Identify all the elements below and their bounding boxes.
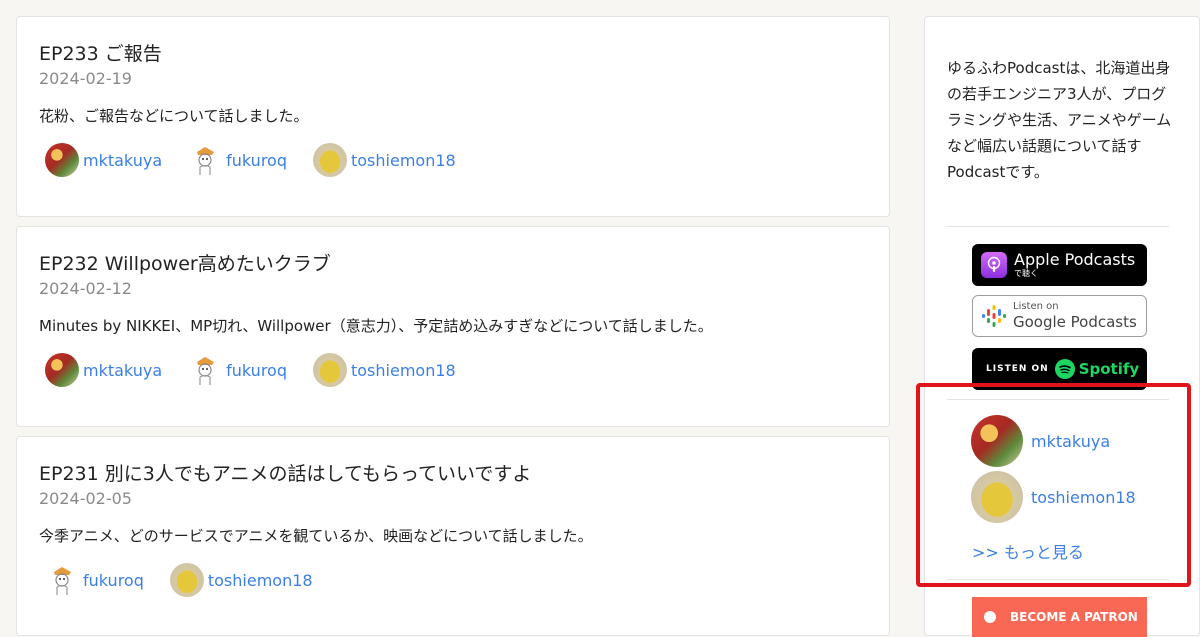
fukuroq-avatar <box>188 143 223 177</box>
member-name[interactable]: mktakuya <box>1031 432 1110 451</box>
mktakuya-avatar <box>45 143 79 177</box>
episode-description: 花粉、ご報告などについて話しました。 <box>39 107 309 125</box>
patreon-icon <box>984 611 996 623</box>
member-name[interactable]: mktakuya <box>83 151 162 170</box>
episode-date: 2024-02-19 <box>39 69 132 88</box>
member-name[interactable]: toshiemon18 <box>351 361 456 380</box>
member-name[interactable]: mktakuya <box>83 361 162 380</box>
episode-title[interactable]: EP233 ご報告 <box>39 39 162 66</box>
spotify-wordmark: Spotify <box>1078 360 1140 378</box>
member-name[interactable]: fukuroq <box>83 571 144 590</box>
member-link-toshiemon18[interactable]: toshiemon18 <box>312 353 456 387</box>
google-badge-main: Google Podcasts <box>1013 313 1137 331</box>
episode-date: 2024-02-12 <box>39 279 132 298</box>
become-patron-button[interactable]: BECOME A PATRON <box>972 597 1147 637</box>
member-name[interactable]: toshiemon18 <box>1031 488 1136 507</box>
spotify-listen-label: LISTEN ON <box>986 364 1049 374</box>
member-link-fukuroq[interactable]: fukuroq <box>188 143 287 177</box>
google-badge-sub: Listen on <box>1013 301 1059 312</box>
apple-badge-text: Apple Podcasts で聴く <box>1014 252 1135 278</box>
apple-badge-sub: で聴く <box>1014 269 1038 278</box>
member-link-toshiemon18[interactable]: toshiemon18 <box>169 563 313 597</box>
see-more-link[interactable]: >> もっと見る <box>972 539 1084 563</box>
mktakuya-avatar <box>45 353 79 387</box>
apple-podcasts-badge[interactable]: Apple Podcasts で聴く <box>972 244 1147 286</box>
episode-card: EP232 Willpower高めたいクラブ 2024-02-12 Minute… <box>16 226 890 427</box>
google-badge-text: Listen on Google Podcasts <box>1013 302 1137 330</box>
member-name[interactable]: toshiemon18 <box>208 571 313 590</box>
member-name[interactable]: fukuroq <box>226 151 287 170</box>
spotify-icon <box>1054 359 1075 379</box>
member-link-mktakuya[interactable]: mktakuya <box>45 143 162 177</box>
member-link-mktakuya[interactable]: mktakuya <box>45 353 162 387</box>
google-podcasts-badge[interactable]: Listen on Google Podcasts <box>972 295 1147 337</box>
apple-podcasts-icon <box>981 252 1007 278</box>
episode-members: mktakuya fukuroq toshiemon18 <box>45 351 482 389</box>
toshiemon18-avatar <box>169 563 204 597</box>
member-link-fukuroq[interactable]: fukuroq <box>45 563 144 597</box>
episode-members: mktakuya fukuroq toshiemon18 <box>45 141 482 179</box>
episode-members: fukuroq toshiemon18 <box>45 561 339 599</box>
episode-description: Minutes by NIKKEI、MP切れ、Willpower（意志力）、予定… <box>39 317 713 335</box>
spotify-badge[interactable]: LISTEN ON Spotify <box>972 348 1147 390</box>
toshiemon18-avatar <box>312 353 347 387</box>
episode-date: 2024-02-05 <box>39 489 132 508</box>
episode-card: EP233 ご報告 2024-02-19 花粉、ご報告などについて話しました。 … <box>16 16 890 217</box>
episode-card: EP231 別に3人でもアニメの話はしてもらっていいですよ 2024-02-05… <box>16 436 890 636</box>
toshiemon18-avatar <box>971 471 1023 523</box>
episode-title[interactable]: EP231 別に3人でもアニメの話はしてもらっていいですよ <box>39 459 531 486</box>
sidebar: ゆるふわPodcastは、北海道出身の若手エンジニア3人が、プログラミングや生活… <box>924 16 1200 637</box>
member-name[interactable]: fukuroq <box>226 361 287 380</box>
podcast-description: ゆるふわPodcastは、北海道出身の若手エンジニア3人が、プログラミングや生活… <box>947 59 1172 181</box>
sidebar-member-toshiemon18[interactable]: toshiemon18 <box>971 471 1136 523</box>
episode-title[interactable]: EP232 Willpower高めたいクラブ <box>39 249 331 276</box>
member-name[interactable]: toshiemon18 <box>351 151 456 170</box>
member-link-toshiemon18[interactable]: toshiemon18 <box>312 143 456 177</box>
member-link-fukuroq[interactable]: fukuroq <box>188 353 287 387</box>
toshiemon18-avatar <box>312 143 347 177</box>
episode-description: 今季アニメ、どのサービスでアニメを観ているか、映画などについて話しました。 <box>39 527 593 545</box>
divider <box>947 399 1169 400</box>
divider <box>947 579 1169 580</box>
google-podcasts-icon <box>981 303 1007 329</box>
divider <box>947 226 1169 227</box>
patron-label: BECOME A PATRON <box>1010 610 1138 624</box>
fukuroq-avatar <box>45 563 79 597</box>
sidebar-member-mktakuya[interactable]: mktakuya <box>971 415 1110 467</box>
fukuroq-avatar <box>188 353 223 387</box>
apple-badge-main: Apple Podcasts <box>1014 250 1136 269</box>
mktakuya-avatar <box>971 415 1023 467</box>
